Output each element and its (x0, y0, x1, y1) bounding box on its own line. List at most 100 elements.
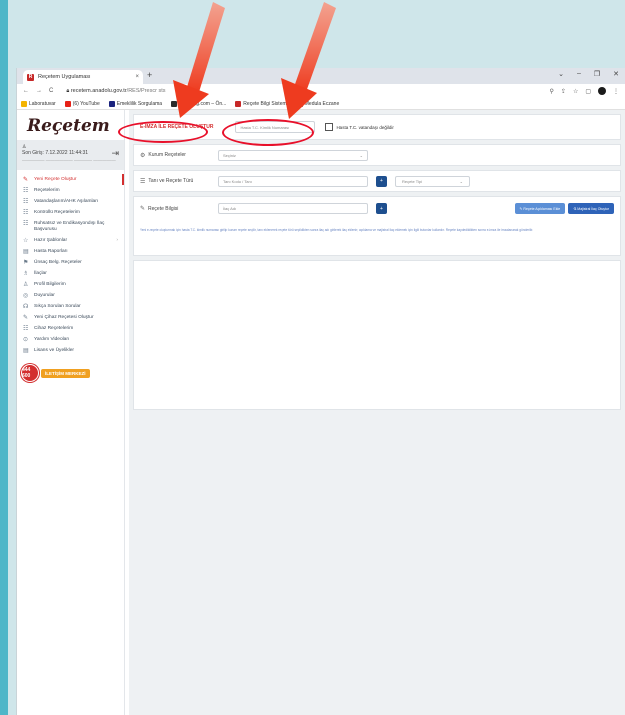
sidebar-item-icon: ☷ (23, 325, 29, 332)
gear-icon: ⚙ (140, 152, 146, 159)
sidebar-item-icon: ⊙ (23, 336, 29, 343)
pencil-icon: ✎ (140, 206, 146, 212)
menu-dots-icon[interactable]: ⋮ (613, 88, 619, 95)
sidebar-item[interactable]: ♙ Profil Bilgilerim (17, 279, 124, 290)
address-actions: ⚲ ⇪ ☆ ▢ ⋮ (550, 87, 619, 95)
window-controls: ⌄ – ❐ ✕ (558, 70, 619, 78)
institution-select-value: Seçiniz (223, 152, 236, 158)
tab-search-icon[interactable]: ⌄ (558, 70, 564, 78)
sidepanel-icon[interactable]: ▢ (585, 88, 591, 95)
bookmark-icon (235, 100, 242, 107)
sidebar-item-label: Ünsaç Belg. Reçeteler (34, 259, 82, 265)
bookmark-item[interactable]: Investing.com – Ön... (171, 100, 226, 107)
sidebar-item-label: Duyurular (34, 292, 55, 298)
sidebar-item[interactable]: ☷ Reçetelerim (17, 185, 124, 196)
url-path: /RES/Prescr (126, 87, 157, 94)
user-box: ♙ Son Giriş: 7.12.2022 11:44:31 ————— ——… (17, 140, 124, 170)
tab-close-icon[interactable]: × (135, 74, 139, 80)
highlight-tc-input-oval (222, 119, 314, 146)
drug-input[interactable]: İlaç Adı (218, 203, 368, 214)
minimize-icon[interactable]: – (577, 70, 581, 78)
diagnosis-input[interactable]: Tanı Kodu / Tanı (218, 175, 368, 187)
logout-icon[interactable]: ⇥ (111, 148, 119, 159)
sidebar-item[interactable]: ☆ Hazır Şablonlar › (17, 235, 124, 246)
star-icon[interactable]: ☆ (573, 88, 578, 95)
prescription-type-value: Reçete Tipi (402, 178, 423, 184)
zoom-icon[interactable]: ⚲ (550, 88, 554, 95)
bookmark-item[interactable]: Reçete Bilgi Sistemi (235, 100, 288, 107)
url-tail: sts (158, 87, 166, 94)
sidebar-item[interactable]: ▤ Lisans ve Üyelikler (17, 345, 124, 356)
sidebar-item[interactable]: ☷ Kontrollü Reçetelerim (17, 207, 124, 218)
sidebar-menu: ✎ Yeni Reçete Oluştur ☷ Reçetelerim ☷ Vatanda… (17, 174, 124, 356)
sidebar-item-icon: ☆ (23, 237, 29, 244)
url-host: recetem.anadolu.gov.tr (70, 87, 127, 94)
prescription-type-select[interactable]: Reçete Tipi ⌄ (395, 175, 470, 187)
sidebar-item-icon: ✎ (23, 314, 29, 321)
chevron-right-icon: › (116, 237, 118, 243)
institution-card: ⚙ Kurum Reçeteler Seçiniz ⌄ (133, 144, 621, 166)
sidebar-item[interactable]: ✎ Yeni Çihaz Reçetesi Oluştur (17, 312, 124, 323)
address-bar: ← → C 🔒︎ recetem.anadolu.gov.tr/RES/Pres… (17, 84, 625, 98)
list-icon: ☰ (140, 178, 146, 185)
sidebar-item-label: İlaçlar (34, 270, 47, 276)
sidebar-item[interactable]: ◎ Duyurular (17, 290, 124, 301)
bookmark-item[interactable]: Medula Eczane (296, 100, 339, 107)
add-description-button[interactable]: ✎ Reçete Açıklaması Ekle (514, 203, 566, 214)
forward-icon[interactable]: → (36, 88, 42, 94)
reload-icon[interactable]: C (49, 88, 53, 94)
sidebar-item[interactable]: ☊ Sıkça Sorulan Sorular (17, 301, 124, 312)
add-diagnosis-button[interactable]: + (376, 175, 387, 187)
sidebar-item-label: Reçetelerim (34, 187, 60, 193)
sidebar-item[interactable]: ☷ Ruhsatsız ve Endikasyondışı İlaç Başvur… (17, 218, 124, 235)
info-text: Yeni e-reçete oluşturmak için hasta T.C.… (140, 228, 534, 232)
url-field[interactable]: 🔒︎ recetem.anadolu.gov.tr/RES/Prescr sts (66, 88, 165, 95)
sidebar-item-label: Ruhsatsız ve Endikasyondışı İlaç Başvuru… (34, 220, 105, 232)
tab-strip: R Reçetem Uygulaması × + ⌄ – ❐ ✕ (17, 68, 625, 84)
sidebar-item-icon: ✎ (23, 176, 29, 183)
sidebar-item-icon: ☷ (23, 209, 29, 216)
add-drug-button[interactable]: + (376, 203, 387, 214)
sidebar-item-label: Yardım Videoları (34, 336, 70, 342)
app-logo[interactable]: Reçetem (17, 110, 124, 140)
profile-avatar[interactable] (598, 87, 606, 95)
browser-tab[interactable]: R Reçetem Uygulaması × (23, 70, 143, 84)
sidebar-item[interactable]: ♗ İlaçlar (17, 268, 124, 279)
magistral-drug-button[interactable]: ⚗ Majistral İlaç Oluştur (568, 203, 614, 214)
bookmark-icon (108, 100, 115, 107)
sidebar-item[interactable]: ☷ Cihaz Reçetelerim (17, 323, 124, 334)
sidebar-item-label: Hasta Raporları (34, 248, 68, 254)
sidebar-item[interactable]: ▤ Hasta Raporları (17, 246, 124, 257)
prescription-label-text: Reçete Bilgisi (148, 205, 179, 212)
non-citizen-checkbox[interactable] (325, 123, 334, 131)
sidebar-item-icon: ♙ (23, 281, 29, 288)
bookmark-item[interactable]: Laboratuvar (21, 100, 56, 107)
non-citizen-label: Hasta T.C. vatandaşı değildir (336, 124, 394, 130)
sidebar-item-icon: ⚑ (23, 259, 29, 266)
app-area: Reçetem ♙ Son Giriş: 7.12.2022 11:44:31 … (17, 110, 625, 715)
chevron-down-icon: ⌄ (459, 178, 463, 184)
sidebar-item[interactable]: ✎ Yeni Reçete Oluştur (17, 174, 124, 185)
sidebar-item-label: Lisans ve Üyelikler (34, 347, 74, 353)
new-tab-button[interactable]: + (147, 70, 152, 80)
bookmark-item[interactable]: Emeklilik Sorgulama (108, 100, 162, 107)
share-icon[interactable]: ⇪ (561, 88, 566, 95)
sidebar-item[interactable]: ⊙ Yardım Videoları (17, 334, 124, 345)
bookmarks-bar: Laboratuvar (6) YouTube Emeklilik Sorgulam… (17, 98, 625, 110)
sidebar-item-icon: ☊ (23, 303, 29, 310)
close-window-icon[interactable]: ✕ (613, 70, 619, 78)
prescription-row: ✎ Reçete Bilgisi İlaç Adı + ✎ Reçete Açık… (140, 203, 614, 214)
sidebar-item[interactable]: ☷ Vatandaşlarım/AHK Aşılamları (17, 196, 124, 207)
bookmark-label: Reçete Bilgi Sistemi (243, 100, 288, 107)
contact-number: 444 600 (21, 364, 39, 382)
back-icon[interactable]: ← (23, 88, 29, 94)
restore-icon[interactable]: ❐ (594, 70, 600, 78)
sidebar-item-label: Vatandaşlarım/AHK Aşılamları (34, 198, 99, 204)
sidebar-item[interactable]: ⚑ Ünsaç Belg. Reçeteler (17, 257, 124, 268)
contact-center-badge[interactable]: 444 600 İLETİŞİM MERKEZİ (21, 364, 124, 382)
browser-window: R Reçetem Uygulaması × + ⌄ – ❐ ✕ ← → C 🔒… (16, 68, 625, 715)
user-detail: ————— —————— ———— ————— (22, 158, 116, 163)
bookmark-item[interactable]: (6) YouTube (64, 100, 100, 107)
sidebar-item-icon: ▤ (23, 347, 29, 354)
institution-select[interactable]: Seçiniz ⌄ (218, 149, 368, 161)
